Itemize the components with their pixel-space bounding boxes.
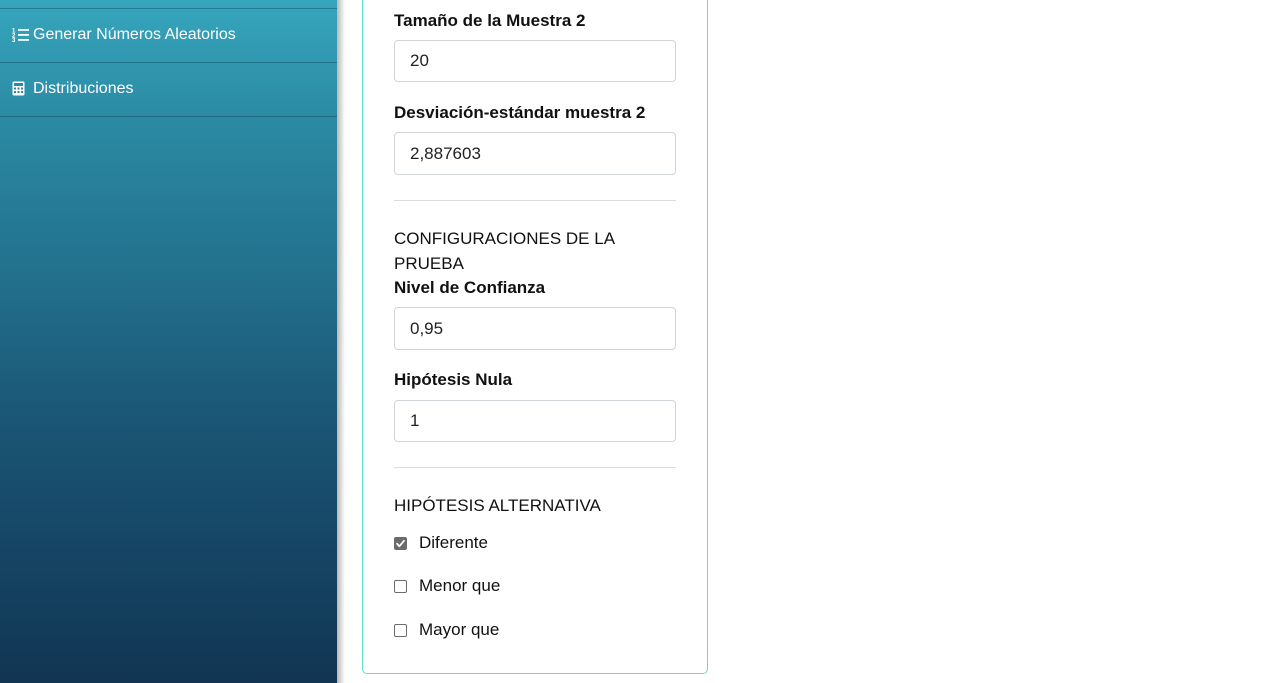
sample2-std-label: Desviación-estándar muestra 2 (394, 103, 646, 122)
sample2-size-label: Tamaño de la Muestra 2 (394, 11, 586, 30)
confidence-label: Nivel de Confianza (394, 278, 546, 297)
section-divider (394, 467, 676, 468)
checkmark-icon (396, 539, 405, 547)
sample2-std-input[interactable] (394, 132, 676, 175)
checkbox-label: Mayor que (419, 620, 500, 639)
checkbox-checked[interactable] (394, 536, 407, 550)
sample2-size-input[interactable] (394, 40, 676, 82)
sidebar-shadow (337, 0, 345, 683)
checkbox-label: Diferente (419, 533, 488, 552)
sidebar: 1 2 3 Generar Números Aleatorios Distrib… (0, 0, 337, 683)
section-divider (394, 200, 676, 201)
calculator-icon (12, 81, 30, 97)
null-hypothesis-input[interactable] (394, 400, 676, 442)
test-config-title: CONFIGURACIONES DE LA PRUEBA (394, 229, 615, 273)
sidebar-divider (0, 116, 337, 117)
alternative-different-option[interactable]: Diferente (394, 532, 488, 554)
sidebar-item-generate-random-numbers[interactable]: 1 2 3 Generar Números Aleatorios (0, 8, 337, 61)
alternative-less-than-option[interactable]: Menor que (394, 575, 500, 597)
null-hypothesis-label: Hipótesis Nula (394, 370, 513, 389)
confidence-input[interactable] (394, 307, 676, 350)
list-ol-icon: 1 2 3 (12, 27, 30, 43)
svg-text:3: 3 (12, 38, 16, 42)
sidebar-item-distributions[interactable]: Distribuciones (0, 62, 337, 115)
checkbox-unchecked[interactable] (394, 623, 407, 637)
checkbox-label: Menor que (419, 576, 501, 595)
alternative-hypothesis-title: HIPÓTESIS ALTERNATIVA (394, 496, 601, 515)
sidebar-item-label: Generar Números Aleatorios (33, 25, 236, 43)
checkbox-unchecked[interactable] (394, 579, 407, 593)
sidebar-item-label: Distribuciones (33, 79, 134, 97)
alternative-greater-than-option[interactable]: Mayor que (394, 619, 499, 641)
